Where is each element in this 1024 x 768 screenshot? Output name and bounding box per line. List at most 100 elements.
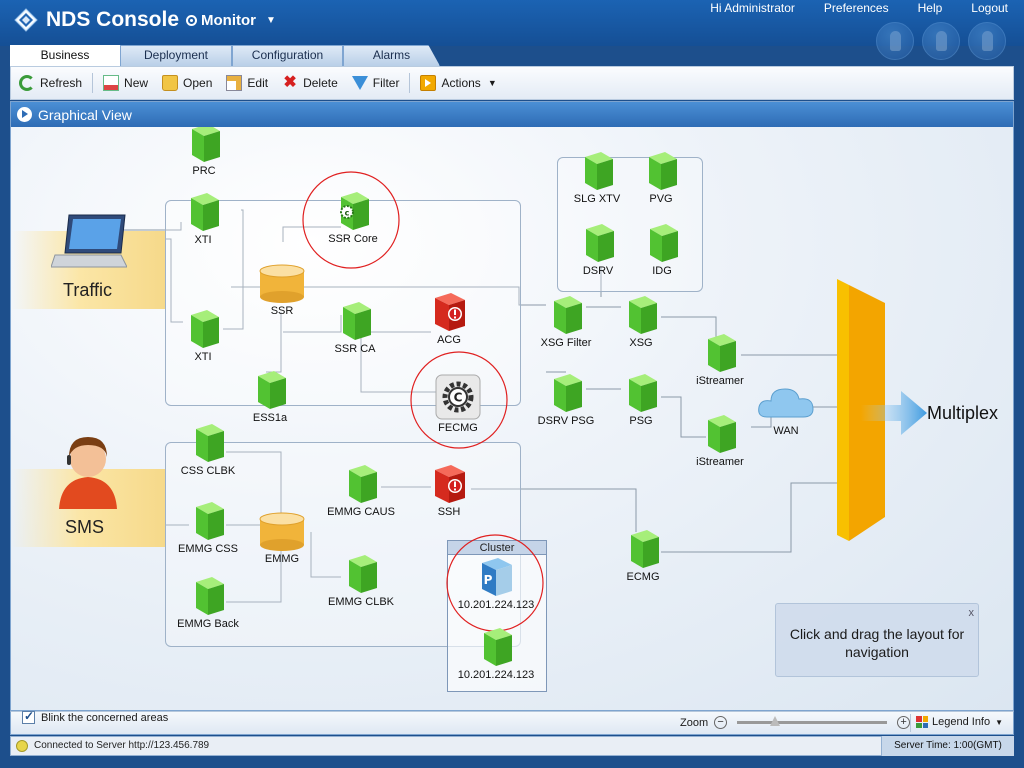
node-prc[interactable]: PRC: [184, 127, 224, 177]
new-button[interactable]: New: [103, 75, 148, 91]
status-badge-3-icon[interactable]: [968, 22, 1006, 60]
node-ssr-core[interactable]: c SSR Core: [328, 191, 378, 245]
node-emmg-back-label: EMMG Back: [177, 618, 239, 630]
node-ess1a[interactable]: ESS1a: [250, 370, 290, 424]
node-cluster-node-1[interactable]: P 10.201.224.123: [458, 557, 534, 611]
node-xti-bottom-label: XTI: [194, 351, 212, 363]
node-idg[interactable]: IDG: [642, 223, 682, 277]
legend-label: Legend Info: [932, 716, 991, 728]
toolbar: Refresh New Open Edit ✖ Delete Filter Act…: [10, 66, 1014, 100]
alarm-server-icon: [435, 465, 465, 503]
zoom-out-button[interactable]: −: [714, 716, 728, 729]
node-ecmg[interactable]: ECMG: [623, 529, 663, 583]
node-emmg-css-label: EMMG CSS: [178, 543, 238, 555]
node-xti-top[interactable]: XTI: [183, 192, 223, 246]
node-acg-label: ACG: [437, 334, 461, 346]
node-css-clbk[interactable]: CSS CLBK: [181, 423, 235, 477]
close-icon[interactable]: x: [969, 604, 975, 622]
node-pvg[interactable]: PVG: [641, 151, 681, 205]
app-title: NDS Console: [46, 8, 180, 31]
server-icon: [649, 152, 677, 190]
node-ssr-ca[interactable]: SSR CA: [335, 301, 375, 355]
node-pvg-label: PVG: [649, 193, 673, 205]
node-cluster-node-2[interactable]: 10.201.224.123: [458, 627, 534, 681]
panel-header[interactable]: Graphical View: [11, 102, 1013, 127]
node-dsrv[interactable]: DSRV: [578, 223, 618, 277]
monitor-mode-dropdown[interactable]: Monitor ▼: [186, 12, 276, 29]
node-xsg[interactable]: XSG: [621, 295, 661, 349]
node-xsg-filter[interactable]: XSG Filter: [541, 295, 591, 349]
edit-label: Edit: [247, 76, 269, 90]
node-ssr[interactable]: SSR: [257, 263, 307, 317]
preferences-link[interactable]: Preferences: [824, 1, 889, 15]
tab-alarms[interactable]: Alarms: [343, 45, 440, 66]
node-fecmg-label: FECMG: [438, 422, 478, 434]
toolbar-divider: [409, 73, 411, 93]
primary-server-icon: P: [482, 558, 512, 596]
node-idg-label: IDG: [652, 265, 672, 277]
node-istreamer-top[interactable]: iStreamer: [696, 333, 744, 387]
filter-label: Filter: [372, 76, 400, 90]
user-greeting-link[interactable]: Hi Administrator: [710, 1, 795, 15]
node-emmg[interactable]: EMMG: [257, 511, 307, 565]
tab-business[interactable]: Business: [10, 45, 120, 66]
server-icon: [585, 152, 613, 190]
network-canvas[interactable]: Traffic SMS Multiplex WAN x Click and dr…: [11, 127, 1013, 710]
connection-status-icon: [16, 740, 28, 752]
node-slg-xtv[interactable]: SLG XTV: [574, 151, 620, 205]
node-psg[interactable]: PSG: [621, 373, 661, 427]
toolbar-divider: [92, 73, 94, 93]
multiplex-arrow-icon: [861, 391, 927, 435]
sms-label: SMS: [65, 517, 105, 537]
connection-status: Connected to Server http://123.456.789: [34, 740, 210, 751]
delete-label: Delete: [303, 76, 338, 90]
collapse-arrow-icon[interactable]: [17, 107, 32, 122]
legend-info-dropdown[interactable]: Legend Info ▼: [916, 716, 1003, 728]
node-xsg-label: XSG: [629, 337, 653, 349]
tab-deployment[interactable]: Deployment: [120, 45, 232, 66]
node-emmg-caus[interactable]: EMMG CAUS: [327, 464, 395, 518]
edit-icon: [226, 75, 243, 91]
refresh-button[interactable]: Refresh: [19, 75, 82, 91]
zoom-control: Zoom − +: [680, 716, 911, 729]
blink-checkbox[interactable]: [22, 709, 35, 724]
zoom-in-button[interactable]: +: [897, 716, 911, 729]
server-icon: [192, 127, 220, 162]
server-icon: [196, 424, 224, 462]
node-ssh[interactable]: SSH: [429, 464, 469, 518]
node-wan-label: WAN: [773, 425, 799, 437]
actions-dropdown[interactable]: Actions ▼: [420, 75, 497, 91]
help-link[interactable]: Help: [918, 1, 943, 15]
node-prc-label: PRC: [192, 165, 216, 177]
node-emmg-back[interactable]: EMMG Back: [177, 576, 239, 630]
node-cluster-node-1-label: 10.201.224.123: [457, 599, 535, 611]
filter-icon: [351, 76, 368, 90]
node-istreamer-top-label: iStreamer: [696, 375, 744, 387]
folder-open-icon: [162, 75, 179, 91]
new-icon: [103, 75, 120, 91]
status-badge-2-icon[interactable]: [922, 22, 960, 60]
node-dsrv-label: DSRV: [582, 265, 614, 277]
status-badge-1-icon[interactable]: [876, 22, 914, 60]
zoom-slider-thumb[interactable]: [769, 716, 780, 726]
node-fecmg[interactable]: C FECMG: [435, 374, 481, 434]
top-links: Hi Administrator Preferences Help Logout: [710, 1, 1008, 15]
logout-link[interactable]: Logout: [971, 1, 1008, 15]
node-istreamer-bottom[interactable]: iStreamer: [696, 414, 744, 468]
node-emmg-label: EMMG: [264, 553, 300, 565]
node-emmg-css[interactable]: EMMG CSS: [178, 501, 238, 555]
open-button[interactable]: Open: [162, 75, 212, 91]
node-dsrv-psg[interactable]: DSRV PSG: [538, 373, 594, 427]
multiplex-label: Multiplex: [927, 403, 999, 423]
svg-text:c: c: [345, 209, 350, 218]
delete-button[interactable]: ✖ Delete: [282, 75, 338, 91]
navigation-hint: x Click and drag the layout for navigati…: [775, 603, 979, 677]
node-xti-bottom[interactable]: XTI: [183, 309, 223, 363]
node-emmg-clbk[interactable]: EMMG CLBK: [328, 554, 394, 608]
zoom-slider[interactable]: [737, 716, 888, 726]
filter-button[interactable]: Filter: [351, 76, 400, 90]
edit-button[interactable]: Edit: [226, 75, 268, 91]
node-acg[interactable]: ACG: [429, 292, 469, 346]
node-ssr-core-label: SSR Core: [328, 233, 378, 245]
tab-configuration[interactable]: Configuration: [232, 45, 343, 66]
